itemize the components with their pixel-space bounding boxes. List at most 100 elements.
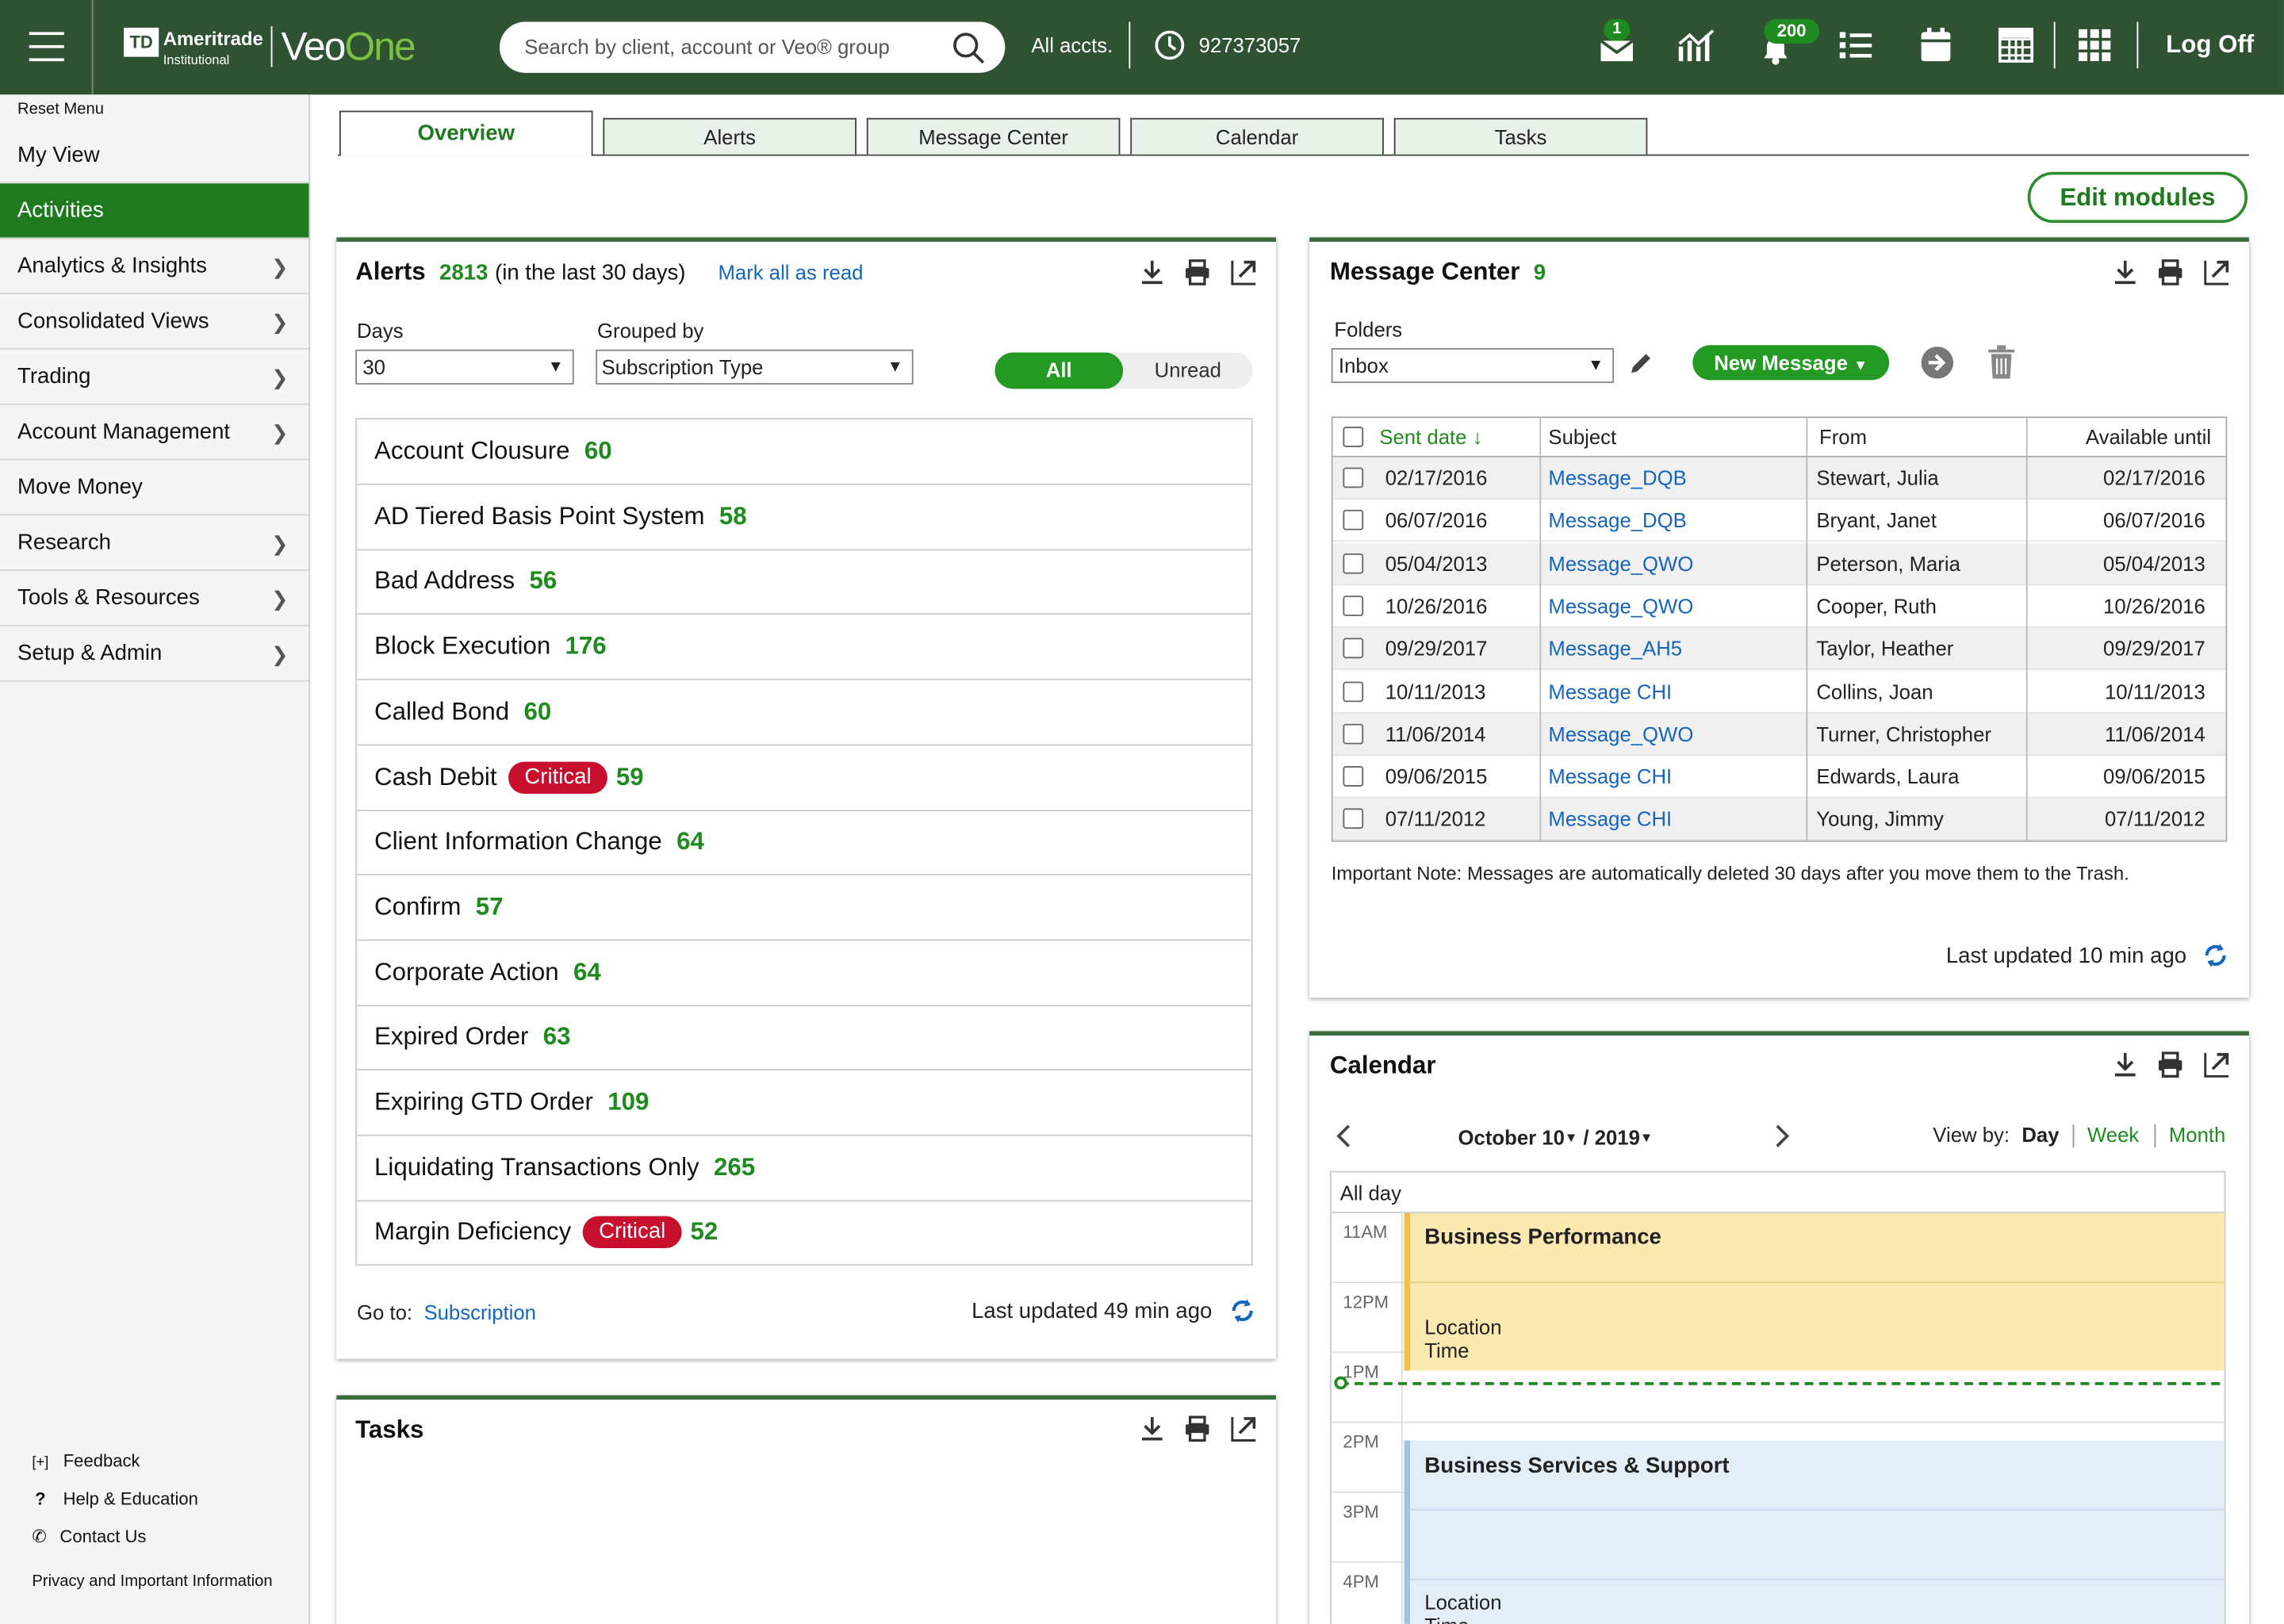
alert-row[interactable]: Liquidating Transactions Only 265 [355, 1136, 1253, 1201]
tab-alerts[interactable]: Alerts [603, 117, 856, 155]
move-arrow-icon[interactable] [1920, 345, 1955, 380]
grouped-by-select[interactable]: Subscription Type ▼ [596, 349, 914, 385]
log-off-button[interactable]: Log Off [2166, 31, 2254, 60]
row-checkbox[interactable] [1343, 467, 1364, 488]
message-subject-link[interactable]: Message_QWO [1548, 714, 1693, 756]
prev-day-icon[interactable] [1334, 1123, 1355, 1149]
account-number[interactable]: 927373057 [1199, 33, 1301, 56]
message-subject-link[interactable]: Message_AH5 [1548, 628, 1682, 670]
read-filter-toggle[interactable]: All Unread [994, 352, 1253, 389]
row-checkbox[interactable] [1343, 680, 1364, 702]
sidebar-item-6[interactable]: Move Money [0, 460, 309, 516]
alert-row[interactable]: Called Bond 60 [355, 680, 1253, 746]
sidebar-item-5[interactable]: Account Management ❯ [0, 405, 309, 461]
sidebar-item-7[interactable]: Research ❯ [0, 515, 309, 571]
search-icon[interactable] [951, 31, 986, 66]
view-day-link[interactable]: Day [2021, 1123, 2059, 1146]
expand-icon[interactable] [1231, 259, 1257, 285]
tab-calendar[interactable]: Calendar [1130, 117, 1384, 155]
toggle-all[interactable]: All [994, 352, 1124, 389]
sidebar-footer-contact[interactable]: ✆ Contact Us [32, 1526, 146, 1547]
download-icon[interactable] [1139, 1415, 1165, 1442]
print-icon[interactable] [1184, 1415, 1210, 1442]
alert-row[interactable]: Client Information Change 64 [355, 810, 1253, 876]
reset-menu-link[interactable]: Reset Menu [17, 101, 104, 118]
message-subject-link[interactable]: Message_DQB [1548, 458, 1686, 500]
hamburger-menu-button[interactable] [29, 32, 64, 62]
sidebar-item-9[interactable]: Setup & Admin ❯ [0, 626, 309, 682]
search-input[interactable]: Search by client, account or Veo® group [499, 21, 1006, 73]
message-row[interactable]: 09/06/2015 Message CHI Edwards, Laura 09/06… [1332, 756, 2226, 799]
message-row[interactable]: 06/07/2016 Message_DQB Bryant, Janet 06/07/… [1332, 500, 2226, 542]
message-row[interactable]: 05/04/2013 Message_QWO Peterson, Maria 05/0… [1332, 542, 2226, 585]
event-business-services[interactable]: Business Services & Support Location Tim… [1404, 1440, 2225, 1624]
alert-row[interactable]: Corporate Action 64 [355, 940, 1253, 1006]
new-message-button[interactable]: New Message ▼ [1692, 345, 1890, 381]
alert-row[interactable]: Confirm 57 [355, 875, 1253, 941]
alert-row[interactable]: Cash Debit Critical 59 [355, 745, 1253, 811]
message-subject-link[interactable]: Message CHI [1548, 799, 1672, 841]
view-week-link[interactable]: Week [2087, 1123, 2139, 1146]
message-row[interactable]: 02/17/2016 Message_DQB Stewart, Julia 02/17… [1332, 457, 2226, 500]
sidebar-footer-feedback[interactable]: [+] Feedback [32, 1450, 140, 1471]
grid-calendar-icon[interactable] [1998, 27, 2034, 63]
goto-subscription-link[interactable]: Subscription [423, 1300, 536, 1323]
sidebar-item-4[interactable]: Trading ❯ [0, 350, 309, 405]
message-subject-link[interactable]: Message CHI [1548, 671, 1672, 713]
tab-tasks[interactable]: Tasks [1393, 117, 1648, 155]
sidebar-item-2[interactable]: Analytics & Insights ❯ [0, 239, 309, 295]
folder-select[interactable]: Inbox ▼ [1331, 347, 1615, 384]
print-icon[interactable] [2157, 259, 2183, 285]
message-subject-link[interactable]: Message_QWO [1548, 585, 1693, 627]
message-row[interactable]: 09/29/2017 Message_AH5 Taylor, Heather 09/2… [1332, 627, 2226, 671]
row-checkbox[interactable] [1343, 510, 1364, 531]
view-month-link[interactable]: Month [2169, 1123, 2225, 1146]
print-icon[interactable] [2157, 1051, 2183, 1078]
sidebar-item-1[interactable]: Activities [0, 183, 309, 239]
message-row[interactable]: 11/06/2014 Message_QWO Turner, Christopher… [1332, 713, 2226, 756]
expand-icon[interactable] [2204, 1051, 2230, 1078]
alert-row[interactable]: Bad Address 56 [355, 550, 1253, 615]
download-icon[interactable] [2112, 259, 2138, 285]
tab-overview[interactable]: Overview [339, 110, 593, 156]
message-row[interactable]: 07/11/2012 Message CHI Young, Jimmy 07/11/2… [1332, 799, 2226, 841]
chart-icon[interactable] [1677, 26, 1717, 64]
list-icon[interactable] [1838, 29, 1873, 61]
print-icon[interactable] [1184, 259, 1210, 285]
sidebar-footer-help[interactable]: ? Help & Education [35, 1488, 198, 1509]
refresh-icon[interactable] [1229, 1297, 1255, 1323]
alert-row[interactable]: Account Clousure 60 [355, 419, 1253, 485]
trash-icon[interactable] [1987, 345, 2016, 380]
mark-all-read-link[interactable]: Mark all as read [718, 261, 863, 284]
download-icon[interactable] [2112, 1051, 2138, 1078]
event-business-performance[interactable]: Business Performance Location Time [1404, 1212, 2225, 1371]
calendar-icon[interactable] [1918, 26, 1953, 64]
message-row[interactable]: 10/11/2013 Message CHI Collins, Joan 10/11/… [1332, 671, 2226, 714]
row-checkbox[interactable] [1343, 723, 1364, 745]
row-checkbox[interactable] [1343, 766, 1364, 787]
message-row[interactable]: 10/26/2016 Message_QWO Cooper, Ruth 10/26/2… [1332, 585, 2226, 628]
expand-icon[interactable] [1231, 1415, 1257, 1442]
row-checkbox[interactable] [1343, 553, 1364, 573]
row-checkbox[interactable] [1343, 809, 1364, 829]
message-subject-link[interactable]: Message CHI [1548, 756, 1672, 798]
message-subject-link[interactable]: Message_QWO [1548, 542, 1693, 584]
row-checkbox[interactable] [1343, 596, 1364, 616]
tab-message-center[interactable]: Message Center [866, 117, 1121, 155]
days-select[interactable]: 30 ▼ [355, 349, 574, 385]
edit-modules-button[interactable]: Edit modules [2027, 171, 2248, 224]
col-available-until[interactable]: Available until [2086, 418, 2211, 458]
download-icon[interactable] [1139, 259, 1165, 285]
privacy-link[interactable]: Privacy and Important Information [32, 1573, 272, 1591]
apps-grid-icon[interactable] [2078, 29, 2111, 62]
sidebar-item-0[interactable]: My View [0, 128, 309, 184]
col-from[interactable]: From [1819, 418, 1867, 458]
col-sent-date[interactable]: Sent date ↓ [1379, 418, 1482, 458]
all-accounts-button[interactable]: All accts. [1031, 33, 1113, 56]
alert-row[interactable]: AD Tiered Basis Point System 58 [355, 485, 1253, 550]
alert-row[interactable]: Margin Deficiency Critical 52 [355, 1201, 1253, 1266]
alert-row[interactable]: Expired Order 63 [355, 1005, 1253, 1071]
message-subject-link[interactable]: Message_DQB [1548, 500, 1686, 542]
toggle-unread[interactable]: Unread [1123, 352, 1252, 389]
expand-icon[interactable] [2204, 259, 2230, 285]
